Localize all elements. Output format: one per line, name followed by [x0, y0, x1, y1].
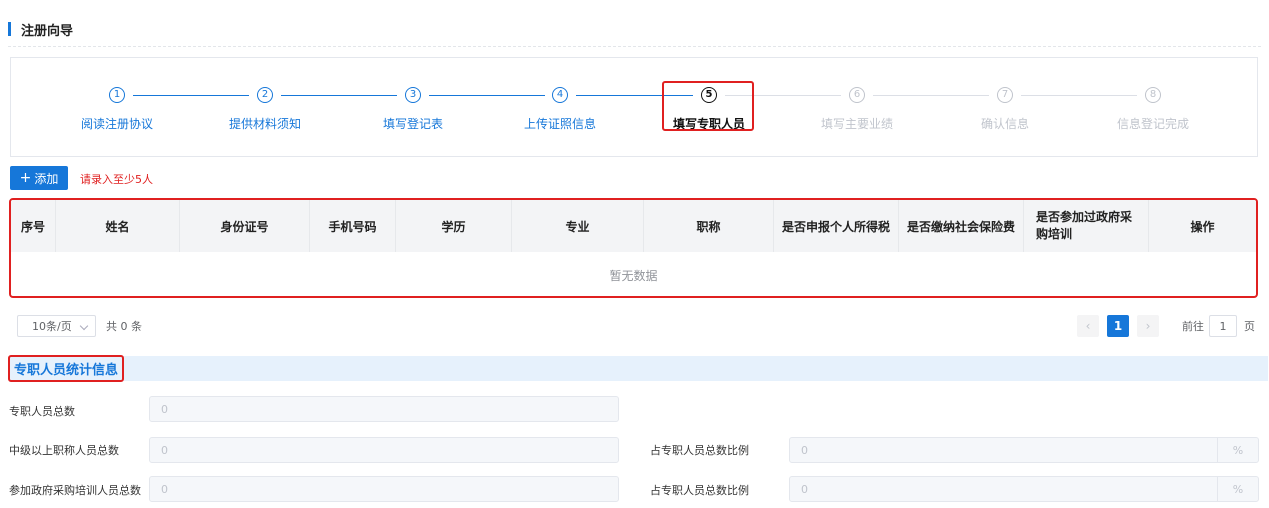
- col-social-insurance: 是否缴纳社会保险费: [899, 200, 1024, 252]
- goto-unit: 页: [1244, 320, 1255, 333]
- mid-ratio-label: 占专职人员总数比例: [650, 444, 749, 457]
- total-staff-field[interactable]: 0: [149, 396, 619, 422]
- training-ratio-value: 0: [801, 482, 808, 496]
- step-number: 6: [849, 87, 865, 103]
- page-title: 注册向导: [21, 23, 74, 39]
- step-connector: [281, 95, 397, 96]
- mid-title-value: 0: [161, 443, 168, 457]
- step-label: 填写登记表: [382, 117, 443, 131]
- goto-page-input[interactable]: 1: [1209, 315, 1237, 337]
- step-label: 信息登记完成: [1116, 117, 1189, 131]
- col-procurement-training: 是否参加过政府采购培训: [1024, 200, 1149, 252]
- step-connector: [429, 95, 545, 96]
- prev-page-button[interactable]: ‹: [1077, 315, 1099, 337]
- percent-suffix: %: [1217, 438, 1258, 462]
- step-number: 3: [405, 87, 421, 103]
- next-page-button[interactable]: ›: [1137, 315, 1159, 337]
- col-id-number: 身份证号: [180, 200, 310, 252]
- training-value: 0: [161, 482, 168, 496]
- section-header-band: [10, 356, 1268, 381]
- col-title: 职称: [644, 200, 774, 252]
- col-income-tax: 是否申报个人所得税: [774, 200, 899, 252]
- table-header: 序号 姓名 身份证号 手机号码 学历 专业 职称 是否申报个人所得税 是否缴纳社…: [11, 200, 1256, 252]
- step-label: 阅读注册协议: [80, 117, 153, 131]
- mid-title-label: 中级以上职称人员总数: [9, 444, 119, 457]
- current-step-highlight: [662, 81, 754, 131]
- col-major: 专业: [512, 200, 644, 252]
- step-number: 4: [552, 87, 568, 103]
- col-name: 姓名: [56, 200, 180, 252]
- mid-ratio-value: 0: [801, 443, 808, 457]
- step-connector: [873, 95, 989, 96]
- mid-ratio-field[interactable]: 0 %: [789, 437, 1259, 463]
- col-index: 序号: [11, 200, 56, 252]
- header-divider: [8, 46, 1261, 47]
- wizard-steps: 1 阅读注册协议 2 提供材料须知 3 填写登记表 4 上传证照信息 5 填写专…: [10, 57, 1258, 157]
- page-size-value: 10条/页: [32, 320, 72, 333]
- training-ratio-field[interactable]: 0 %: [789, 476, 1259, 502]
- col-phone: 手机号码: [310, 200, 396, 252]
- goto-label: 前往: [1182, 320, 1204, 333]
- step-number: 7: [997, 87, 1013, 103]
- step-number: 8: [1145, 87, 1161, 103]
- mid-title-field[interactable]: 0: [149, 437, 619, 463]
- step-number: 2: [257, 87, 273, 103]
- step-connector: [1021, 95, 1137, 96]
- step-connector: [133, 95, 249, 96]
- training-label: 参加政府采购培训人员总数: [9, 484, 141, 497]
- title-accent-bar: [8, 22, 11, 36]
- empty-state: 暂无数据: [609, 268, 658, 283]
- percent-suffix: %: [1217, 477, 1258, 501]
- page-header: 注册向导: [8, 18, 73, 40]
- add-hint: 请录入至少5人: [80, 173, 153, 186]
- total-staff-label: 专职人员总数: [9, 405, 75, 418]
- page-number-current[interactable]: 1: [1107, 315, 1129, 337]
- step-label: 上传证照信息: [523, 117, 596, 131]
- training-ratio-label: 占专职人员总数比例: [650, 484, 749, 497]
- step-label: 提供材料须知: [228, 117, 301, 131]
- chevron-down-icon: [79, 321, 89, 331]
- step-label: 填写主要业绩: [820, 117, 893, 131]
- total-count: 共 0 条: [106, 320, 142, 333]
- col-education: 学历: [396, 200, 512, 252]
- training-field[interactable]: 0: [149, 476, 619, 502]
- chevron-right-icon: ›: [1145, 319, 1151, 333]
- section-title: 专职人员统计信息: [8, 355, 125, 382]
- add-button[interactable]: + 添加: [10, 166, 68, 190]
- plus-icon: +: [19, 170, 32, 186]
- staff-table: 序号 姓名 身份证号 手机号码 学历 专业 职称 是否申报个人所得税 是否缴纳社…: [9, 198, 1258, 298]
- total-staff-value: 0: [161, 402, 168, 416]
- col-actions: 操作: [1190, 219, 1215, 234]
- step-number: 1: [109, 87, 125, 103]
- add-button-label: 添加: [34, 171, 59, 186]
- chevron-left-icon: ‹: [1085, 319, 1091, 333]
- page-size-select[interactable]: 10条/页: [17, 315, 96, 337]
- step-label: 确认信息: [980, 117, 1029, 131]
